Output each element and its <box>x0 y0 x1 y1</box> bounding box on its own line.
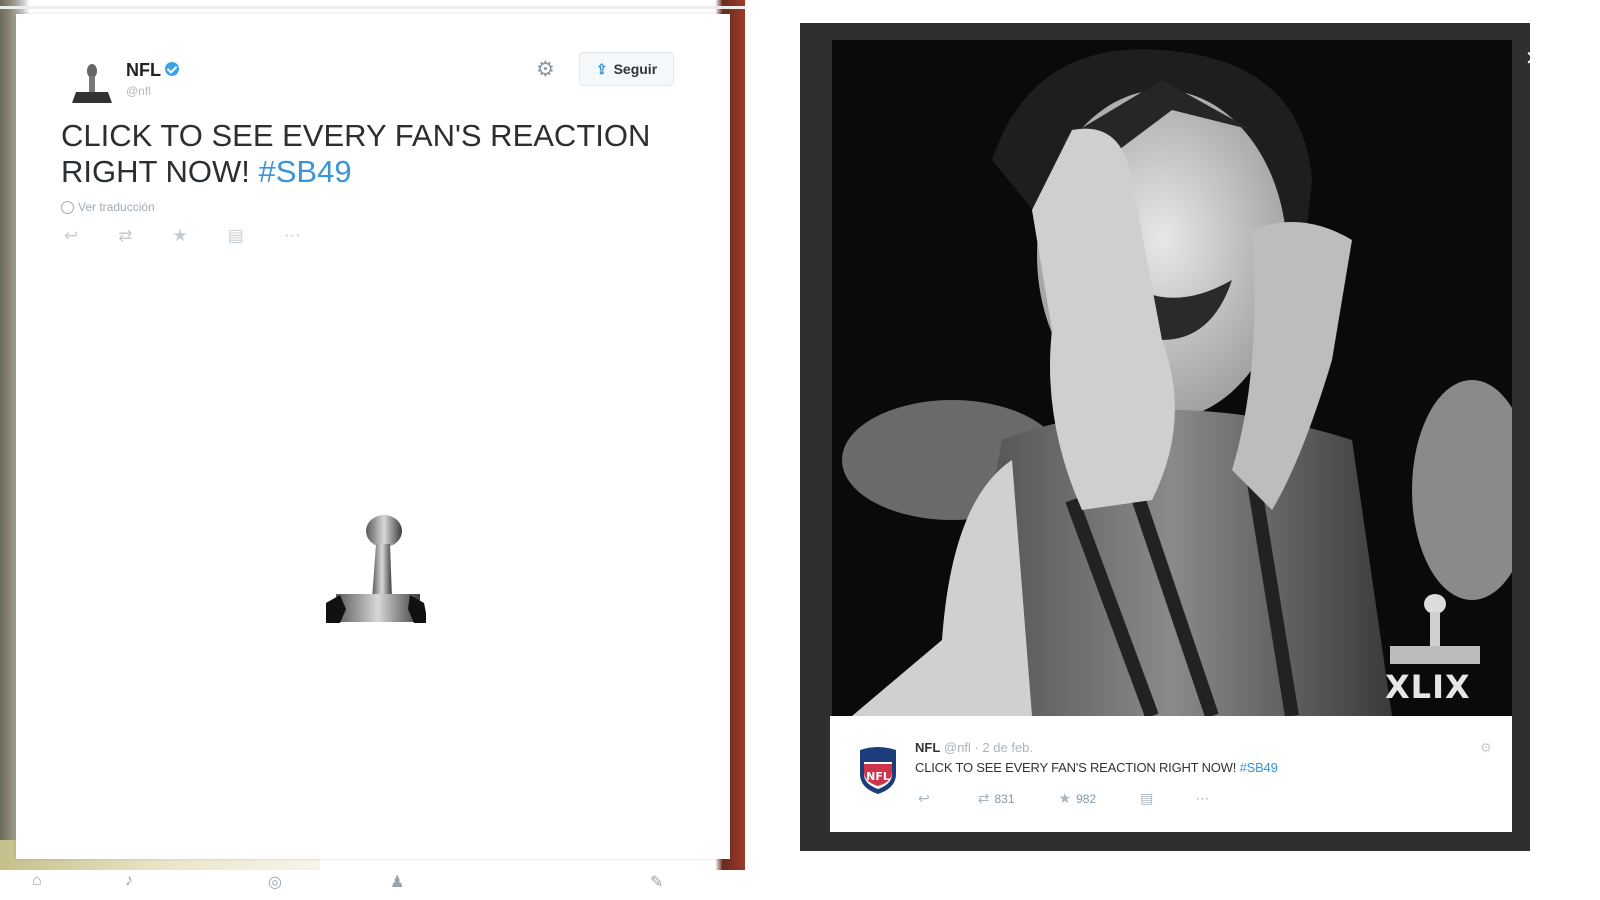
retweet-icon[interactable]: ⇄ <box>118 226 132 246</box>
svg-text:NFL: NFL <box>866 770 890 783</box>
retweet-count: 831 <box>994 791 1015 806</box>
translate-label: Ver traducción <box>78 200 155 214</box>
favorite-icon[interactable]: ★ <box>173 226 188 246</box>
xlix-badge-text: XLIX <box>1385 668 1471 706</box>
follow-label: Seguir <box>613 61 658 77</box>
notification-icon[interactable]: ♪ <box>125 872 133 890</box>
user-handle[interactable]: @nfl <box>944 740 971 755</box>
lombardi-trophy-icon <box>326 515 426 623</box>
reply-icon[interactable]: ↩ <box>64 226 78 246</box>
tweet-text: CLICK TO SEE EVERY FAN'S REACTION RIGHT … <box>61 118 651 189</box>
tweet-meta: NFL @nfl · 2 de feb. <box>915 740 1033 755</box>
tweet-actions: ↩ ⇄ ★ ▤ ⋯ <box>64 226 301 246</box>
discover-icon[interactable]: ◎ <box>268 872 282 892</box>
retweet-icon[interactable]: ⇄ <box>978 790 990 807</box>
save-icon[interactable]: ▤ <box>1140 790 1153 807</box>
globe-icon <box>61 200 74 214</box>
user-name[interactable]: NFL <box>126 60 179 81</box>
reply-icon[interactable]: ↩ <box>918 790 930 807</box>
favorite-icon[interactable]: ★ <box>1059 790 1072 807</box>
more-icon[interactable]: ⋯ <box>284 226 301 246</box>
user-name[interactable]: NFL <box>915 740 940 755</box>
translate-link[interactable]: Ver traducción <box>61 200 155 214</box>
close-icon[interactable]: ✕ <box>1525 46 1542 71</box>
hashtag-link[interactable]: #SB49 <box>258 154 351 189</box>
tweet-actions: ↩ ⇄ 831 ★ 982 ▤ ⋯ <box>918 790 1209 807</box>
follow-button[interactable]: ⇪ Seguir <box>579 52 674 86</box>
tweet-text: CLICK TO SEE EVERY FAN'S REACTION RIGHT … <box>915 760 1278 775</box>
more-icon[interactable]: ⋯ <box>1195 790 1209 807</box>
follow-icon: ⇪ <box>595 60 608 77</box>
tweet-date[interactable]: · 2 de feb. <box>974 740 1033 755</box>
save-icon[interactable]: ▤ <box>228 226 244 246</box>
compose-icon[interactable]: ✎ <box>650 872 663 892</box>
bottom-toolbar-fragment: ⌂ ♪ ◎ ♟ ✎ <box>0 870 745 900</box>
home-icon[interactable]: ⌂ <box>32 872 42 890</box>
tweet-card-left: NFL @nfl ⚙ ⇪ Seguir CLICK TO SEE EVERY F… <box>16 14 730 859</box>
favorite-count: 982 <box>1076 791 1097 806</box>
super-bowl-logo-avatar[interactable] <box>68 59 116 107</box>
nfl-shield-avatar[interactable]: NFL <box>858 744 898 794</box>
hashtag-link[interactable]: #SB49 <box>1240 760 1278 775</box>
gear-icon[interactable]: ⚙ <box>1480 740 1492 756</box>
top-divider <box>0 6 745 9</box>
profile-icon[interactable]: ♟ <box>390 872 404 892</box>
user-handle[interactable]: @nfl <box>126 84 151 98</box>
verified-icon <box>165 62 179 77</box>
gear-icon[interactable]: ⚙ <box>536 57 555 82</box>
